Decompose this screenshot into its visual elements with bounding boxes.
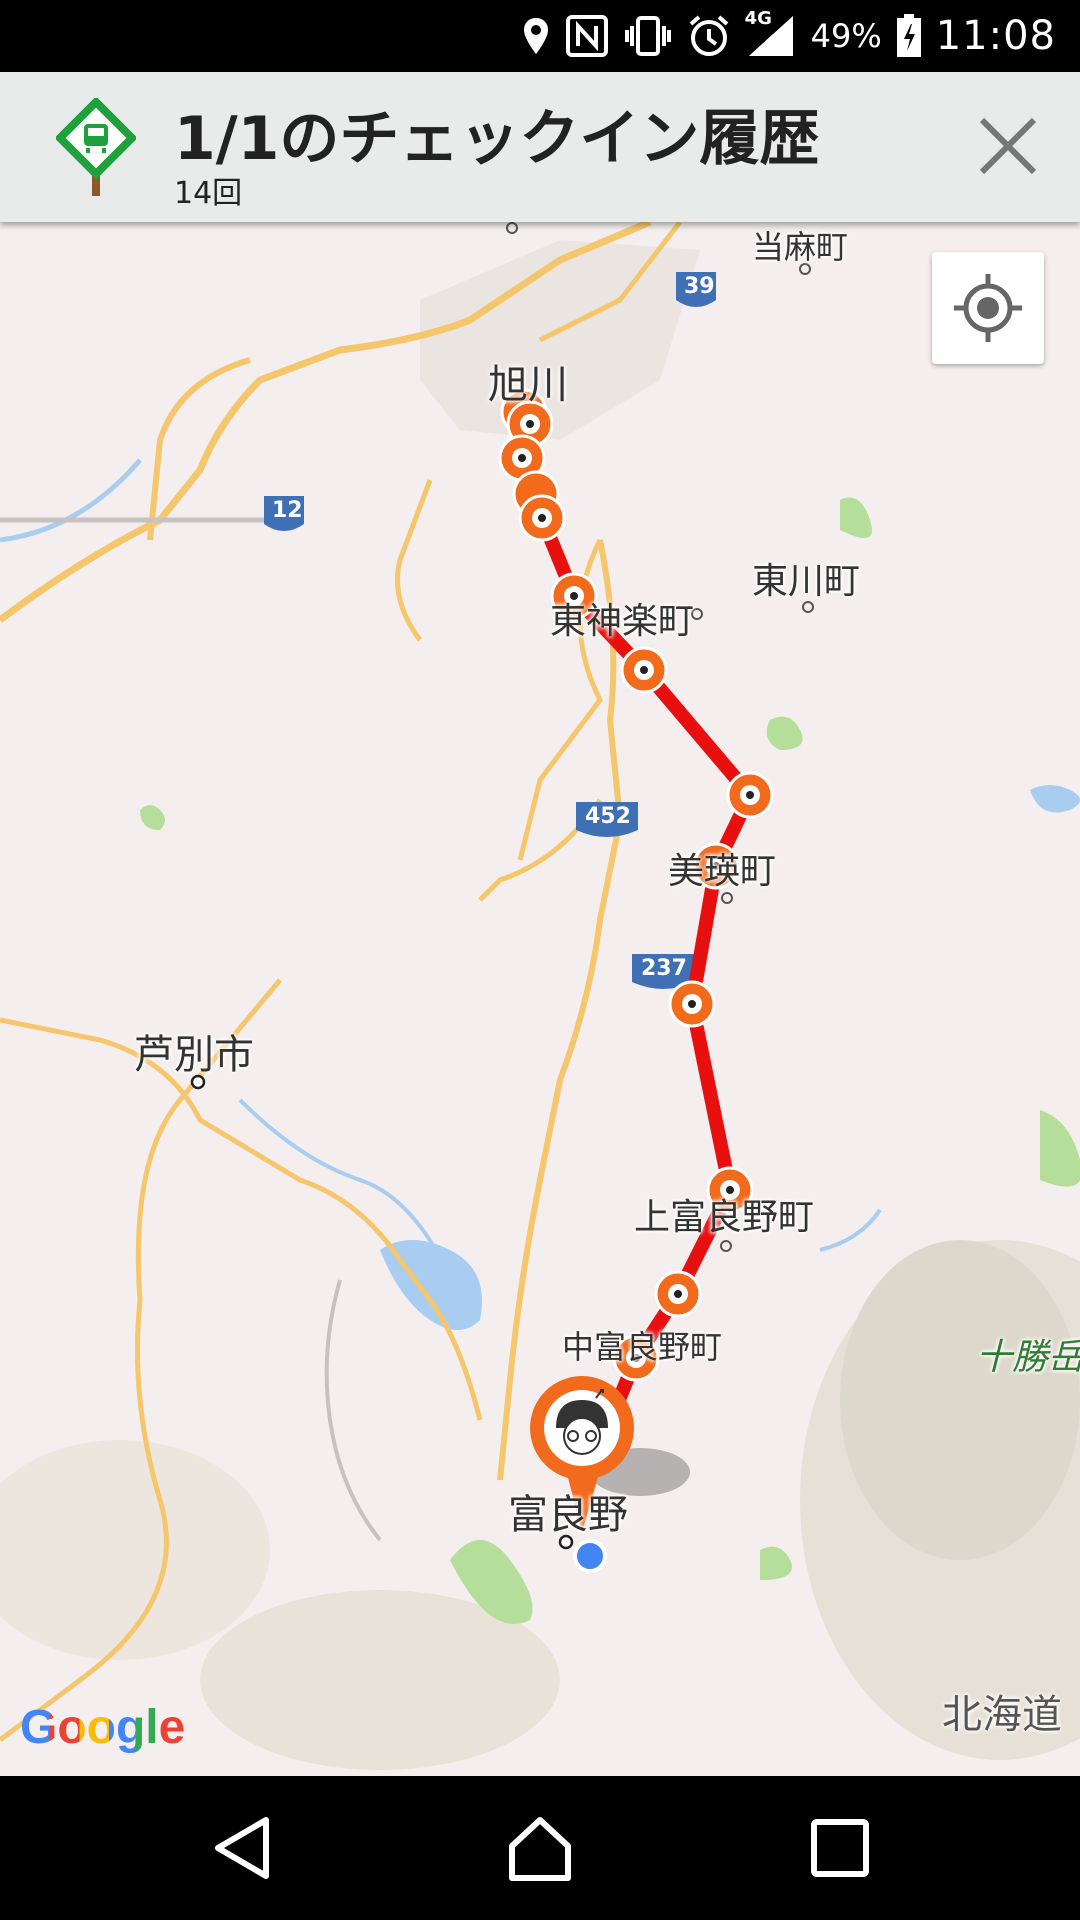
clock: 11:08 (935, 13, 1056, 59)
place-nakafurano: 中富良野町 (562, 1328, 723, 1366)
battery-icon (896, 14, 921, 57)
place-furano: 富良野 (508, 1492, 628, 1538)
place-asahikawa: 旭川 (488, 362, 568, 408)
crosshair-icon (954, 274, 1022, 342)
navigation-bar (0, 1776, 1080, 1920)
place-biei: 美瑛町 (668, 851, 777, 892)
route-label-452: 452 (585, 804, 631, 829)
route-label-39: 39 (684, 274, 715, 299)
route-label-237: 237 (641, 956, 687, 981)
google-attribution-text: Google (20, 1701, 186, 1754)
place-hokkaido: 北海道 (942, 1692, 1062, 1738)
station-sign-icon (56, 98, 136, 196)
back-icon[interactable] (206, 1812, 278, 1884)
google-logo: Google (20, 1700, 185, 1755)
recents-icon[interactable] (804, 1812, 876, 1884)
checkin-count: 14回 (174, 176, 243, 211)
map-base (0, 222, 1080, 1770)
history-header: 1/1のチェックイン履歴 14回 (0, 72, 1080, 222)
close-icon[interactable] (972, 110, 1044, 182)
status-bar: 4G 49% 11:08 (0, 0, 1080, 72)
place-higashikawa: 東川町 (752, 561, 861, 602)
location-icon (523, 18, 548, 54)
vibrate-icon (624, 16, 671, 56)
map-view[interactable]: 39 12 452 237 当麻町 旭川 東川町 東神楽町 美瑛町 芦別市 上富… (0, 222, 1080, 1776)
place-touma: 当麻町 (752, 228, 849, 266)
home-icon[interactable] (504, 1812, 576, 1884)
alarm-icon (689, 15, 728, 56)
page-title: 1/1のチェックイン履歴 (174, 104, 820, 174)
my-location-button[interactable] (932, 252, 1044, 364)
nfc-icon (565, 15, 608, 57)
place-tokachidake: 十勝岳 (976, 1337, 1080, 1378)
route-label-12: 12 (272, 498, 303, 523)
place-ashibetsu: 芦別市 (134, 1032, 254, 1078)
place-higashikagura: 東神楽町 (550, 601, 695, 642)
place-kamifurano: 上富良野町 (634, 1197, 815, 1238)
battery-percent: 49% (810, 17, 882, 55)
signal-icon (748, 16, 793, 56)
